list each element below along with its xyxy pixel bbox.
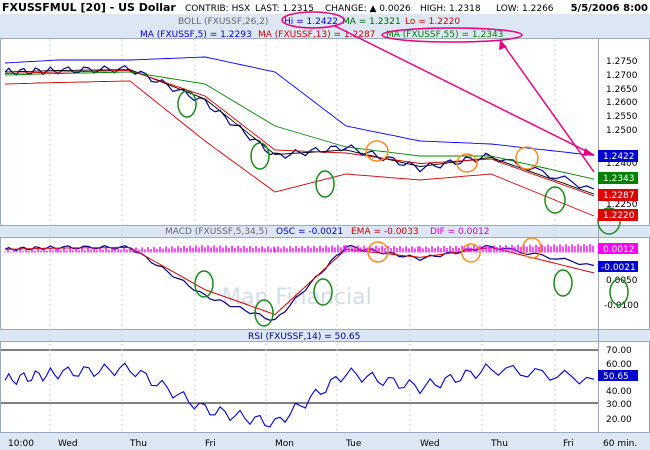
tag-text: 1.2343 (603, 174, 635, 184)
header-datetime: 5/5/2006 8:00 (571, 3, 648, 14)
dif-value-tag: 0.0012 (598, 243, 638, 255)
symbol-title: FXUSSFMUL [20] - US Dollar (2, 1, 176, 14)
price-tick-label: 1.2650 (606, 85, 638, 95)
ma5-legend: MA (FXUSSF,5) = 1.2293 (140, 30, 252, 40)
macd-tick-label: 0.0050 (606, 276, 638, 286)
macd-dif-legend: DIF = 0.0012 (430, 227, 490, 237)
x-tick-label: Wed (420, 439, 440, 449)
contrib-label: CONTRIB: HSX (185, 4, 250, 14)
price-tick-label: 1.2700 (606, 71, 638, 81)
rsi-tick-label: 60.00 (606, 360, 632, 370)
high-label: HIGH: 1.2318 (420, 4, 481, 14)
tag-text: 1.2422 (603, 152, 635, 162)
ma55-legend: MA (FXUSSF,55) = 1.2343 (386, 30, 503, 40)
tag-text: 1.2287 (603, 191, 635, 201)
tag-text: 50.65 (603, 372, 629, 382)
macd-osc-legend: OSC = -0.0021 (276, 227, 343, 237)
price-tick-label: 1.2500 (606, 126, 638, 136)
rsi-tick-label: 20.00 (606, 415, 632, 425)
rsi-tick-label: 40.00 (606, 387, 632, 397)
x-tick-label: Mon (275, 439, 294, 449)
watermark-text: Man Financial (222, 285, 372, 310)
price-tick-label: 1.2600 (606, 98, 638, 108)
x-tick-label: Fri (563, 439, 574, 449)
tag-text: 0.0012 (603, 245, 635, 255)
x-tick-label: Thu (129, 439, 147, 449)
macd-ema-legend: EMA = -0.0033 (351, 227, 419, 237)
macd-tick-label: -0.0100 (604, 301, 639, 311)
ma13-value-tag: 1.2287 (598, 189, 638, 201)
x-axis-bar (0, 433, 650, 450)
x-tick-label: Wed (58, 439, 78, 449)
price-tick-label: 1.2550 (606, 112, 638, 122)
boll-legend-prefix: BOLL (FXUSSF,26,2) (178, 17, 268, 27)
tag-text: 1.2220 (603, 211, 635, 221)
x-tick-label: Tue (345, 439, 362, 449)
change-label: CHANGE: ▲ 0.0026 (325, 4, 411, 14)
low-label: LOW: 1.2266 (496, 4, 554, 14)
price-tick-label: 1.2750 (606, 57, 638, 67)
tag-text: -0.0021 (601, 263, 636, 273)
rsi-legend: RSI (FXUSSF,14) = 50.65 (248, 332, 360, 342)
x-axis-unit: 60 min. (603, 439, 637, 449)
x-tick-label: Thu (490, 439, 508, 449)
ma13-legend: MA (FXUSSF,13) = 1.2287 (258, 30, 375, 40)
ma55-value-tag: 1.2343 (598, 172, 638, 184)
boll-lo-value-tag: 1.2220 (598, 209, 638, 221)
rsi-tick-label: 70.00 (606, 346, 632, 356)
rsi-value-tag: 50.65 (598, 370, 638, 382)
boll-lo-legend: Lo = 1.2220 (405, 17, 460, 27)
boll-ma-legend: MA = 1.2321 (342, 17, 401, 27)
rsi-tick-label: 30.00 (606, 400, 632, 410)
x-tick-label: Fri (205, 439, 216, 449)
chart-canvas: FXUSSFMUL [20] - US Dollar CONTRIB: HSX … (0, 0, 650, 450)
macd-legend-prefix: MACD (FXUSSF,5,34,5) (165, 227, 268, 237)
osc-value-tag: -0.0021 (598, 261, 638, 273)
boll-hi-value-tag: 1.2422 (598, 150, 638, 162)
x-tick-label: 10:00 (8, 439, 34, 449)
